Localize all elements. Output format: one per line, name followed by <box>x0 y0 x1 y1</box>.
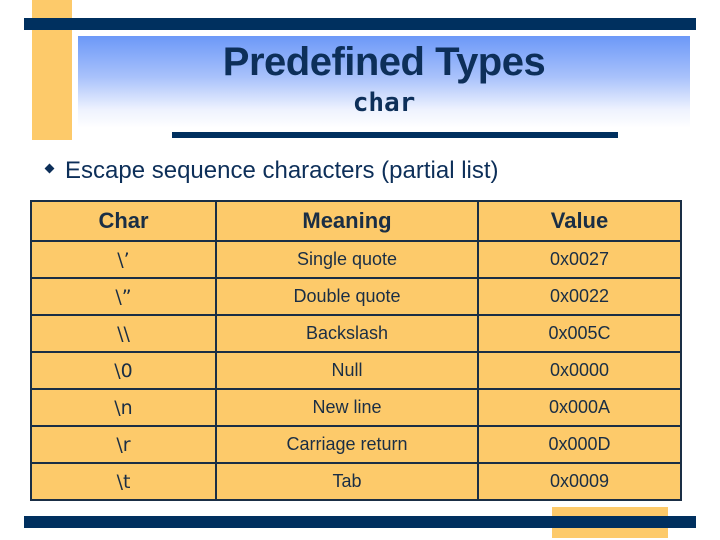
meaning-cell: Double quote <box>215 277 479 316</box>
char-cell: \t <box>30 462 217 501</box>
char-cell: \n <box>30 388 217 427</box>
meaning-cell: Null <box>215 351 479 390</box>
char-cell: \r <box>30 425 217 464</box>
value-cell: 0x005C <box>477 314 682 353</box>
decorative-navy-bar-overlap <box>552 516 668 528</box>
char-cell: \’ <box>30 240 217 279</box>
table-row: \0 Null 0x0000 <box>30 351 682 390</box>
value-cell: 0x0009 <box>477 462 682 501</box>
char-cell: \\ <box>30 314 217 353</box>
char-cell: \0 <box>30 351 217 390</box>
meaning-cell: Backslash <box>215 314 479 353</box>
header-meaning: Meaning <box>215 200 479 242</box>
escape-sequence-table: Char Meaning Value \’ Single quote 0x0027 \… <box>30 200 682 501</box>
table-row: \n New line 0x000A <box>30 388 682 427</box>
value-cell: 0x000D <box>477 425 682 464</box>
meaning-cell: New line <box>215 388 479 427</box>
bullet-item: Escape sequence characters (partial list… <box>44 157 499 185</box>
value-cell: 0x000A <box>477 388 682 427</box>
table-row: \’ Single quote 0x0027 <box>30 240 682 279</box>
table-row: \” Double quote 0x0022 <box>30 277 682 316</box>
meaning-cell: Single quote <box>215 240 479 279</box>
value-cell: 0x0027 <box>477 240 682 279</box>
meaning-cell: Carriage return <box>215 425 479 464</box>
value-cell: 0x0000 <box>477 351 682 390</box>
decorative-navy-bar-top <box>24 18 696 30</box>
meaning-cell: Tab <box>215 462 479 501</box>
title-banner: Predefined Types char <box>78 36 690 128</box>
table-header-row: Char Meaning Value <box>30 200 682 242</box>
table-row: \r Carriage return 0x000D <box>30 425 682 464</box>
slide-subtitle: char <box>352 88 416 118</box>
diamond-bullet-icon <box>44 163 55 174</box>
title-underline <box>172 132 618 138</box>
table-row: \t Tab 0x0009 <box>30 462 682 501</box>
header-value: Value <box>477 200 682 242</box>
header-char: Char <box>30 200 217 242</box>
slide-title: Predefined Types <box>222 40 546 84</box>
char-cell: \” <box>30 277 217 316</box>
value-cell: 0x0022 <box>477 277 682 316</box>
bullet-text: Escape sequence characters (partial list… <box>65 157 499 184</box>
table-row: \\ Backslash 0x005C <box>30 314 682 353</box>
